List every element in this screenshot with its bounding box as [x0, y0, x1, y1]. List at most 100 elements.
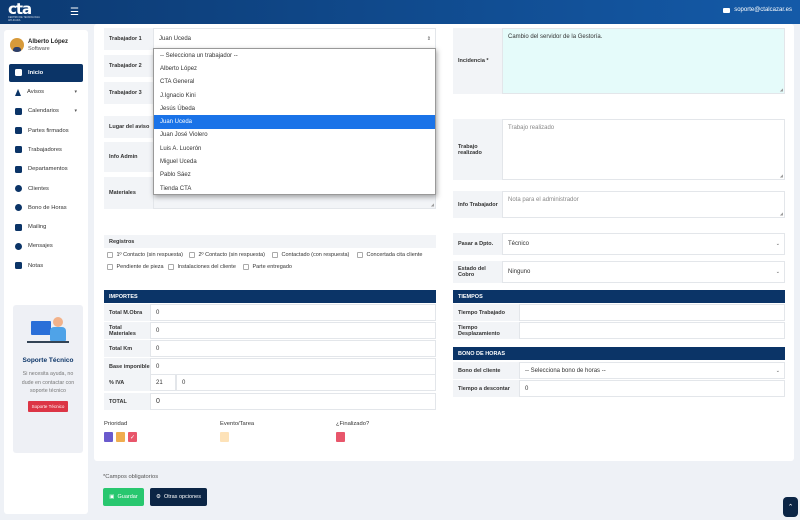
- dropdown-option[interactable]: Jesús Úbeda: [154, 102, 435, 115]
- checkbox-parte-entregado[interactable]: Parte entregado: [243, 264, 292, 270]
- trabajador-dropdown[interactable]: -- Selecciona un trabajador -- Alberto L…: [153, 48, 436, 195]
- tiempos-header: TIEMPOS: [453, 290, 785, 303]
- importe-label: Total Km: [104, 340, 150, 357]
- bell-icon: [15, 88, 21, 96]
- cta-logo[interactable]: cta CENTRO DE TECNOLOGÍA APLICADA: [8, 1, 48, 22]
- total-label: TOTAL: [104, 393, 150, 410]
- chevron-down-icon: ⌄: [775, 269, 780, 275]
- trabajador1-select[interactable]: Juan Uceda ⇕: [153, 28, 436, 50]
- iva-rate-input[interactable]: 21: [150, 374, 176, 391]
- checkbox-contactado[interactable]: Contactado (con respuesta): [272, 252, 349, 258]
- top-bar: cta CENTRO DE TECNOLOGÍA APLICADA ☰ sopo…: [0, 0, 800, 24]
- resize-handle-icon[interactable]: ◢: [780, 211, 783, 216]
- evento-tarea-swatch[interactable]: [220, 432, 229, 442]
- sidebar-item-bono-horas[interactable]: Bono de Horas: [9, 199, 83, 217]
- save-icon: ▣: [109, 494, 115, 500]
- checkbox-pendiente-pieza[interactable]: Pendiente de pieza: [107, 264, 164, 270]
- dropdown-option[interactable]: Miguel Uceda: [154, 155, 435, 168]
- support-button[interactable]: Soporte Técnico: [27, 400, 69, 412]
- scroll-top-button[interactable]: ⌃: [783, 497, 798, 517]
- dropdown-option[interactable]: Luis A. Lucerón: [154, 142, 435, 155]
- estado-cobro-select[interactable]: Ninguno ⌄: [502, 261, 785, 283]
- sidebar-item-calendarios[interactable]: Calendarios ▾: [9, 103, 83, 121]
- dropdown-option[interactable]: Tienda CTA: [154, 182, 435, 195]
- pasar-dpto-label: Pasar a Dpto.: [453, 233, 502, 255]
- bono-cliente-select[interactable]: -- Selecciona bono de horas -- ⌄: [519, 362, 785, 379]
- importes-header: IMPORTES: [104, 290, 436, 303]
- sidebar-item-avisos[interactable]: Avisos ▾: [9, 83, 83, 101]
- dropdown-option[interactable]: -- Selecciona un trabajador --: [154, 49, 435, 62]
- hamburger-menu-icon[interactable]: ☰: [70, 7, 79, 18]
- checkbox-concertada-cita[interactable]: Concertada cita cliente: [357, 252, 422, 258]
- document-icon: [15, 127, 22, 135]
- resize-handle-icon[interactable]: ◢: [780, 173, 783, 178]
- trabajo-realizado-textarea[interactable]: Trabajo realizado ◢: [502, 119, 785, 180]
- importe-input[interactable]: 0: [150, 340, 436, 357]
- importe-input[interactable]: 0: [150, 304, 436, 321]
- sidebar-item-inicio[interactable]: Inicio: [9, 64, 83, 82]
- tiempo-trabajado-input[interactable]: [519, 304, 785, 321]
- dropdown-option[interactable]: Alberto López: [154, 62, 435, 75]
- sidebar-item-trabajadores[interactable]: Trabajadores: [9, 141, 83, 159]
- estado-cobro-label: Estado del Cobro: [453, 261, 502, 283]
- save-button[interactable]: ▣ Guardar: [103, 488, 144, 506]
- parte-form: Trabajador 1 Juan Uceda ⇕ Trabajador 2 T…: [94, 24, 794, 461]
- importe-input[interactable]: 0: [150, 322, 436, 339]
- prioridad-swatch-1[interactable]: [104, 432, 113, 442]
- support-email-link[interactable]: soporte@ctalcazar.es: [723, 7, 792, 13]
- id-card-icon: [15, 146, 22, 154]
- resize-handle-icon[interactable]: ◢: [780, 87, 783, 92]
- sidebar-item-clientes[interactable]: Clientes: [9, 180, 83, 198]
- resize-handle-icon[interactable]: ◢: [431, 202, 434, 207]
- user-profile: Alberto López Software: [4, 30, 88, 60]
- chevron-down-icon: ⌄: [775, 367, 780, 374]
- tiempo-trabajado-label: Tiempo Trabajado: [453, 304, 519, 321]
- incidencia-textarea[interactable]: Cambio del servidor de la Gestoría. ◢: [502, 28, 785, 94]
- sidebar-item-partes-firmados[interactable]: Partes firmados: [9, 122, 83, 140]
- chat-icon: [15, 242, 22, 250]
- prioridad-swatch-2[interactable]: [116, 432, 125, 442]
- trabajo-realizado-label: Trabajo realizado: [453, 119, 502, 180]
- sidebar: Alberto López Software Inicio Avisos ▾ Ca…: [4, 30, 88, 514]
- dropdown-option[interactable]: CTA General: [154, 76, 435, 89]
- importe-input[interactable]: 0: [150, 358, 436, 375]
- required-note: *Campos obligatorios: [103, 474, 159, 480]
- bono-horas-header: BONO DE HORAS: [453, 347, 785, 360]
- other-options-button[interactable]: ⚙ Otras opciones: [150, 488, 207, 506]
- select-arrow-icon: ⇕: [426, 36, 431, 42]
- info-admin-label: Info Admin: [104, 142, 153, 172]
- info-trabajador-textarea[interactable]: Nota para el administrador ◢: [502, 191, 785, 218]
- chevron-up-icon: ⌃: [787, 504, 794, 511]
- sidebar-item-departamentos[interactable]: Departamentos: [9, 160, 83, 178]
- total-value: 0: [150, 393, 436, 410]
- chevron-down-icon: ▾: [74, 108, 77, 115]
- support-illustration: [25, 311, 71, 347]
- checkbox-contacto-1[interactable]: 1º Contacto (sin respuesta): [107, 252, 183, 258]
- iva-value-input[interactable]: 0: [176, 374, 436, 391]
- checkbox-instalaciones[interactable]: Instalaciones del cliente: [168, 264, 236, 270]
- checkbox-contacto-2[interactable]: 2º Contacto (sin respuesta): [189, 252, 265, 258]
- pasar-dpto-select[interactable]: Técnico ⌄: [502, 233, 785, 255]
- dropdown-option-selected[interactable]: Juan Uceda: [154, 115, 435, 129]
- chevron-down-icon: ▾: [74, 89, 77, 96]
- importe-label: Total M.Obra: [104, 304, 150, 321]
- importe-label: Total Materiales: [104, 322, 150, 339]
- users-icon: [15, 185, 22, 193]
- iva-label: % IVA: [104, 374, 150, 391]
- tiempo-descontar-input[interactable]: 0: [519, 380, 785, 397]
- user-role: Software: [28, 45, 50, 52]
- prioridad-swatch-3[interactable]: ✓: [128, 432, 137, 442]
- bono-cliente-label: Bono del cliente: [453, 362, 519, 379]
- dropdown-option[interactable]: Pablo Sáez: [154, 169, 435, 182]
- finalizado-swatch[interactable]: [336, 432, 345, 442]
- dropdown-option[interactable]: J.Ignacio Kini: [154, 89, 435, 102]
- sidebar-item-mailing[interactable]: Mailing: [9, 218, 83, 236]
- dropdown-option[interactable]: Juan José Violero: [154, 129, 435, 142]
- avatar: [10, 38, 24, 52]
- tiempo-desplazamiento-input[interactable]: [519, 322, 785, 339]
- sidebar-item-mensajes[interactable]: Mensajes: [9, 238, 83, 256]
- materiales-label: Materiales: [104, 177, 153, 209]
- sidebar-item-notas[interactable]: Notas: [9, 257, 83, 275]
- support-text: Si necesita ayuda, no dude en contactar …: [21, 371, 75, 394]
- tiempo-desplazamiento-label: Tiempo Desplazamiento: [453, 322, 519, 339]
